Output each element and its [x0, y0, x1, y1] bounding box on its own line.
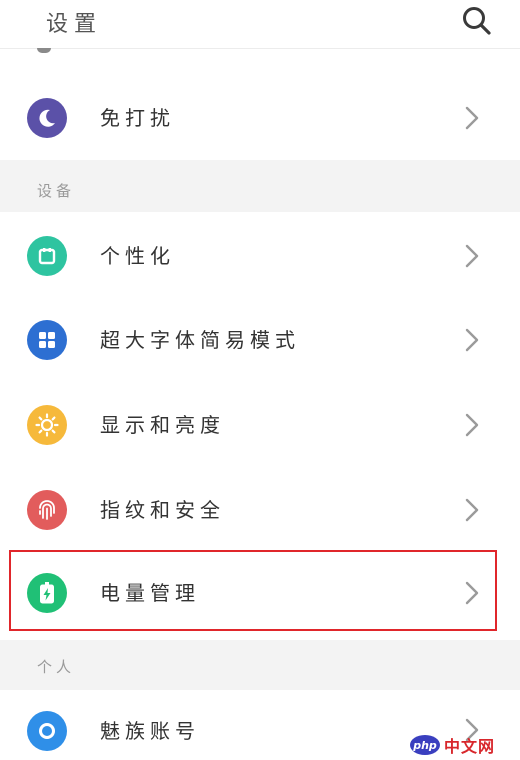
search-icon[interactable]: [460, 4, 494, 38]
chevron-right-icon: [465, 244, 479, 268]
settings-item-dnd[interactable]: 免打扰: [0, 78, 520, 158]
settings-item-label: 超大字体简易模式: [100, 328, 300, 352]
settings-item-label: 显示和亮度: [100, 413, 225, 437]
watermark-text: 中文网: [444, 737, 496, 756]
settings-item-fingerprint[interactable]: 指纹和安全: [0, 470, 520, 550]
section-header-personal: 个人: [0, 640, 520, 690]
chevron-right-icon: [465, 106, 479, 130]
section-header-device: 设备: [0, 160, 520, 212]
section-label: 设备: [37, 182, 76, 200]
calendar-icon: [27, 236, 67, 276]
section-label: 个人: [37, 658, 76, 676]
settings-item-label: 免打扰: [100, 106, 175, 130]
watermark: php 中文网: [410, 733, 495, 757]
settings-item-label: 指纹和安全: [100, 498, 225, 522]
moon-icon: [27, 98, 67, 138]
settings-item-personalize[interactable]: 个性化: [0, 216, 520, 296]
chevron-right-icon: [465, 498, 479, 522]
settings-item-display[interactable]: 显示和亮度: [0, 385, 520, 465]
php-logo: php: [410, 735, 440, 755]
settings-item-label: 个性化: [100, 244, 175, 268]
chevron-right-icon: [465, 328, 479, 352]
partial-icon: [37, 48, 51, 53]
page-title: 设置: [46, 12, 103, 37]
app-header: 设置: [0, 0, 520, 49]
sun-icon: [27, 405, 67, 445]
settings-item-label: 魅族账号: [100, 719, 200, 743]
grid-icon: [27, 320, 67, 360]
highlight-box: [9, 550, 497, 631]
account-icon: [27, 711, 67, 751]
settings-item-bigfont[interactable]: 超大字体简易模式: [0, 300, 520, 380]
fingerprint-icon: [27, 490, 67, 530]
chevron-right-icon: [465, 413, 479, 437]
